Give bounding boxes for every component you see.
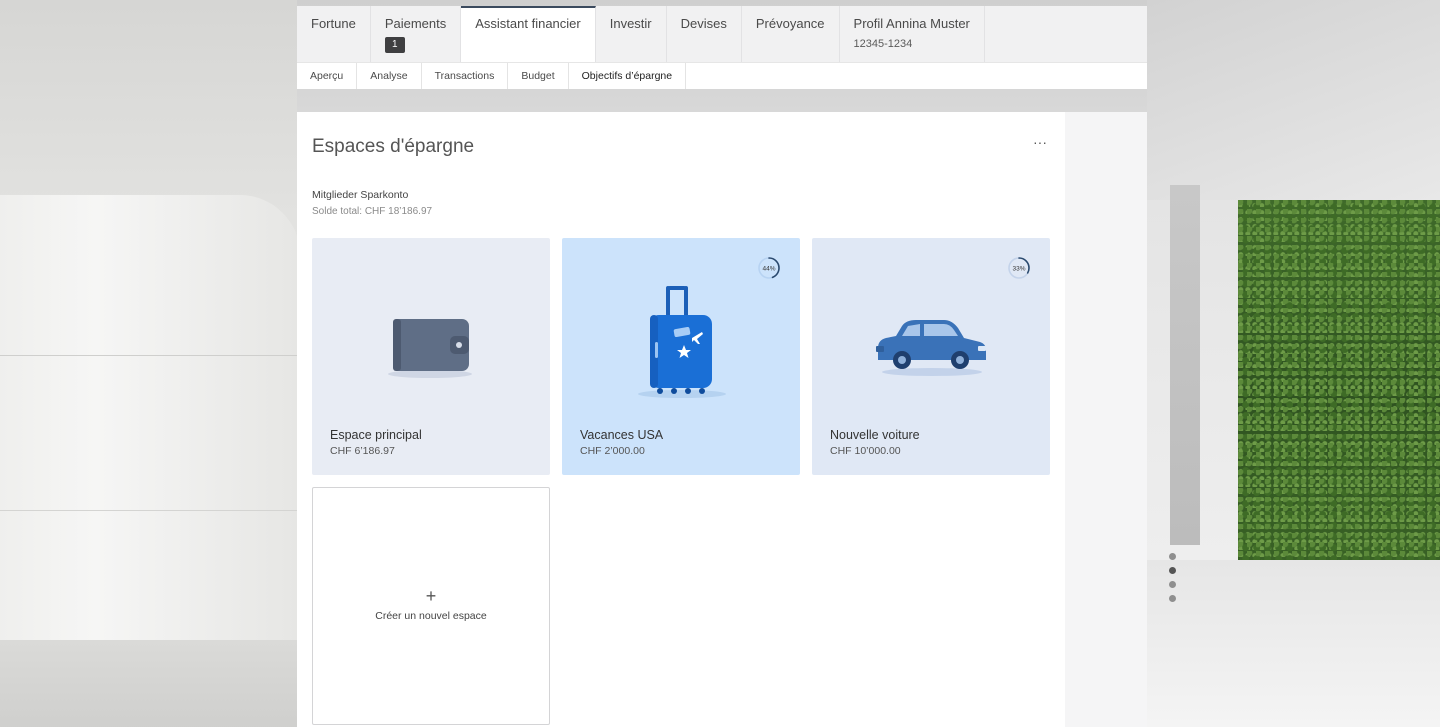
subnav-transactions[interactable]: Transactions — [422, 63, 509, 89]
wallet-icon — [388, 319, 472, 378]
saving-space-card-usa[interactable]: 44% Vacances USA CHF 2’000.00 — [562, 238, 800, 475]
create-new-space-label: Créer un nouvel espace — [375, 610, 487, 622]
card-amount: CHF 10’000.00 — [830, 445, 901, 457]
background-column — [0, 195, 300, 715]
panel-side-strip — [1065, 112, 1147, 727]
tab-label: Assistant financier — [475, 16, 581, 31]
card-amount: CHF 2’000.00 — [580, 445, 645, 457]
pager-dot[interactable] — [1169, 553, 1176, 560]
tab-paiements[interactable]: Paiements 1 — [371, 6, 462, 62]
tab-assistant-financier[interactable]: Assistant financier — [461, 6, 596, 62]
card-amount: CHF 6’186.97 — [330, 445, 395, 457]
card-name: Vacances USA — [580, 428, 664, 442]
tab-label: Fortune — [311, 16, 356, 31]
notification-badge: 1 — [384, 37, 405, 53]
tab-fortune[interactable]: Fortune — [297, 6, 371, 62]
tab-investir[interactable]: Investir — [596, 6, 667, 62]
more-options-button[interactable]: ··· — [1031, 135, 1049, 152]
tab-label: Investir — [609, 16, 652, 31]
subnav-apercu[interactable]: Aperçu — [297, 63, 358, 89]
progress-ring: 44% — [758, 257, 780, 279]
plus-icon: + — [425, 586, 437, 606]
pager-dot[interactable] — [1169, 581, 1176, 588]
main-navigation: Fortune Paiements 1 Assistant financier … — [297, 6, 1147, 62]
car-icon — [876, 320, 986, 376]
tab-devises[interactable]: Devises — [667, 6, 742, 62]
pager-dot-active[interactable] — [1169, 567, 1176, 574]
suitcase-icon — [638, 286, 726, 398]
background-pager — [1169, 553, 1177, 602]
tab-label: Prévoyance — [755, 16, 825, 31]
background-green-wall — [1238, 200, 1440, 580]
background-floor — [0, 640, 300, 727]
account-total: Solde total: CHF 18’186.97 — [312, 206, 433, 217]
tab-profile[interactable]: Profil Annina Muster 12345-1234 — [840, 6, 985, 62]
background-door — [1170, 185, 1200, 545]
tab-prevoyance[interactable]: Prévoyance — [742, 6, 840, 62]
tab-label: Paiements — [384, 16, 447, 31]
account-name: Mitglieder Sparkonto — [312, 189, 409, 201]
card-name: Espace principal — [330, 428, 422, 442]
progress-label: 33% — [1012, 266, 1025, 273]
create-new-space-button[interactable]: + Créer un nouvel espace — [312, 487, 550, 725]
saving-space-card-car[interactable]: 33% Nouvelle voiture CHF 10’000.00 — [812, 238, 1050, 475]
background-floor — [1146, 560, 1440, 727]
progress-label: 44% — [762, 266, 775, 273]
subnav-objectifs-epargne[interactable]: Objectifs d’épargne — [569, 63, 687, 89]
profile-number: 12345-1234 — [853, 38, 913, 50]
page-title: Espaces d'épargne — [312, 136, 475, 157]
sub-navigation: Aperçu Analyse Transactions Budget Objec… — [297, 62, 1147, 89]
pager-dot[interactable] — [1169, 595, 1176, 602]
background-line — [0, 355, 300, 356]
tab-label: Devises — [680, 16, 727, 31]
background-line — [0, 510, 300, 511]
background-ceiling — [1146, 0, 1440, 200]
card-name: Nouvelle voiture — [830, 428, 920, 442]
profile-name: Profil Annina Muster — [853, 16, 970, 31]
saving-space-card-main[interactable]: Espace principal CHF 6’186.97 — [312, 238, 550, 475]
subnav-budget[interactable]: Budget — [508, 63, 569, 89]
subnav-analyse[interactable]: Analyse — [357, 63, 422, 89]
progress-ring: 33% — [1008, 257, 1030, 279]
